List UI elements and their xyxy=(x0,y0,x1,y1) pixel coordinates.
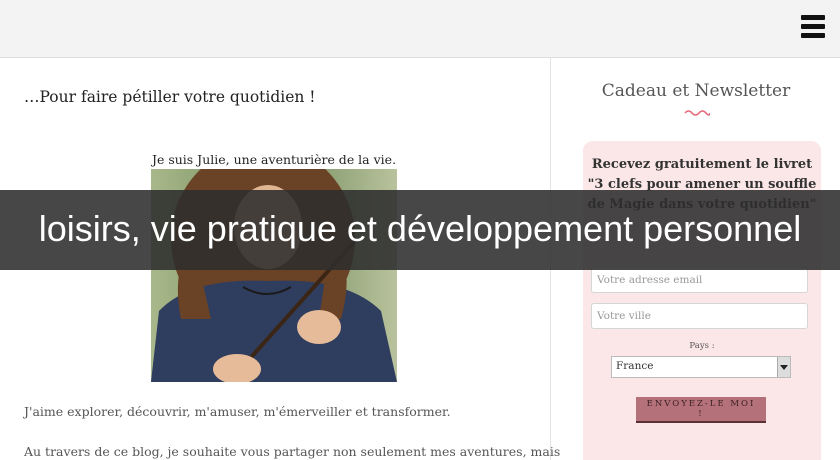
intro-paragraph: J'aime explorer, découvrir, m'amuser, m'… xyxy=(24,404,451,419)
city-input[interactable] xyxy=(591,303,808,329)
country-select-value: France xyxy=(616,360,654,372)
squiggle-divider-icon xyxy=(684,110,710,116)
submit-button[interactable]: ENVOYEZ-LE MOI ! xyxy=(636,397,766,423)
top-bar xyxy=(0,0,840,58)
country-select[interactable]: France xyxy=(611,356,791,378)
category-banner: loisirs, vie pratique et développement p… xyxy=(0,190,840,270)
newsletter-form: Recevez gratuitement le livret "3 clefs … xyxy=(583,141,821,460)
sidebar-title: Cadeau et Newsletter xyxy=(601,81,791,101)
photo-caption: Je suis Julie, une aventurière de la vie… xyxy=(151,152,397,167)
blog-paragraph: Au travers de ce blog, je souhaite vous … xyxy=(24,444,561,459)
country-label: Pays : xyxy=(689,341,715,351)
chevron-down-icon[interactable] xyxy=(777,357,790,377)
page-title: …Pour faire pétiller votre quotidien ! xyxy=(24,88,316,106)
category-banner-text: loisirs, vie pratique et développement p… xyxy=(38,208,802,249)
email-input[interactable] xyxy=(591,267,808,293)
hamburger-menu-icon[interactable] xyxy=(801,15,825,41)
